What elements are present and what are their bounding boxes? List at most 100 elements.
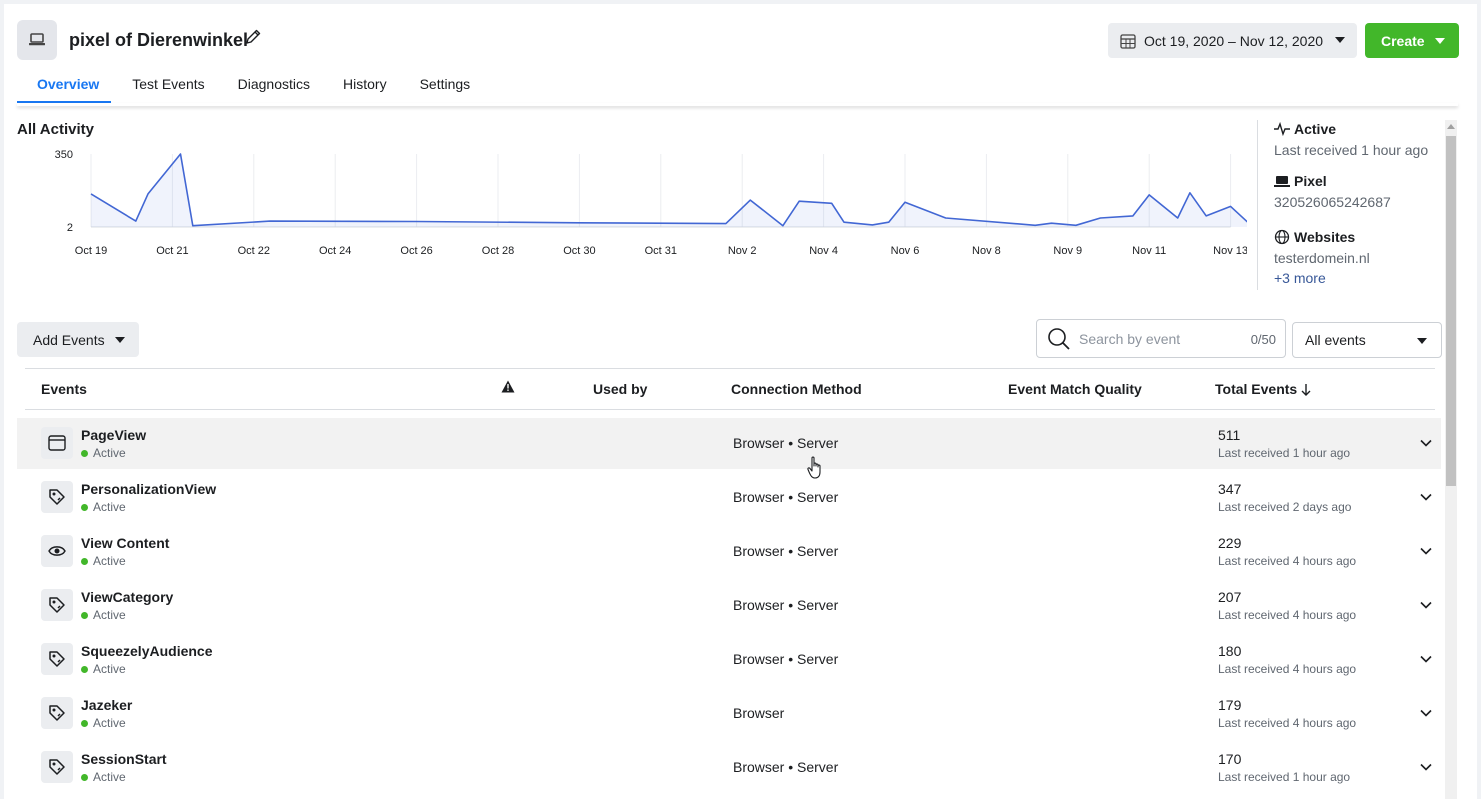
table-row[interactable]: ViewCategory Active Browser • Server 207 Las… <box>17 580 1441 631</box>
event-status: Active <box>81 608 126 622</box>
status-dot-icon <box>81 557 88 565</box>
chevron-down-icon[interactable] <box>1419 544 1433 558</box>
event-name[interactable]: ViewCategory <box>81 589 173 605</box>
connection-method: Browser • Server <box>733 597 839 613</box>
status-dot-icon <box>81 611 88 619</box>
chevron-down-icon[interactable] <box>1419 490 1433 504</box>
series-line <box>90 153 1247 227</box>
total-events: 207 <box>1218 589 1242 605</box>
activity-chart: 350 2Oct 19 Oct 21 Oct 22 Oct 24 Oct 26 Oct 28… <box>55 149 1247 257</box>
table-header: Events Used by Connection Method Event M… <box>25 368 1435 410</box>
page-title: pixel of Dierenwinkel <box>69 30 249 50</box>
event-name[interactable]: PageView <box>81 427 146 443</box>
event-status-label: Active <box>93 770 126 784</box>
search-box[interactable]: 0/50 <box>1036 319 1286 358</box>
event-filter-select[interactable]: All events <box>1292 322 1442 358</box>
header-events[interactable]: Events <box>41 381 87 397</box>
chevron-down-icon[interactable] <box>1419 598 1433 612</box>
website-url: testerdomein.nl <box>1274 250 1370 266</box>
status-section: Active Last received 1 hour ago <box>1274 121 1428 158</box>
header-connection-method[interactable]: Connection Method <box>731 381 862 397</box>
chevron-down-icon[interactable] <box>1419 436 1433 450</box>
page: pixel of Dierenwinkel Oct 19, 2020 – Nov… <box>4 4 1477 799</box>
pixel-section: Pixel 320526065242687 <box>1274 173 1391 210</box>
table-row[interactable]: View Content Active Browser • Server 229 Las… <box>17 526 1441 577</box>
table-row[interactable]: SqueezelyAudience Active Browser • Server 1… <box>17 634 1441 685</box>
pixel-label: Pixel <box>1294 173 1327 189</box>
event-status-label: Active <box>93 608 126 622</box>
x-tick-label: Oct 31 <box>645 245 677 257</box>
total-events: 170 <box>1218 751 1242 767</box>
x-tick-label: Nov 11 <box>1132 245 1166 257</box>
y-tick-label: 350 <box>55 149 73 161</box>
search-icon <box>1048 327 1070 350</box>
status-label: Active <box>1294 121 1337 137</box>
status-detail: Last received 1 hour ago <box>1274 142 1429 158</box>
tag-icon <box>41 643 73 675</box>
tab-test-events[interactable]: Test Events <box>132 64 204 104</box>
header-divider <box>17 103 1458 106</box>
scrollbar[interactable] <box>1445 120 1457 799</box>
x-tick-label: Nov 8 <box>972 245 1001 257</box>
pencil-icon[interactable] <box>244 28 262 46</box>
last-received: Last received 4 hours ago <box>1218 662 1357 676</box>
tab-overview[interactable]: Overview <box>16 64 112 104</box>
x-tick-label: Nov 6 <box>891 245 920 257</box>
tab-settings[interactable]: Settings <box>420 64 471 104</box>
tab-diagnostics[interactable]: Diagnostics <box>238 64 310 104</box>
search-count: 0/50 <box>1250 332 1276 347</box>
event-name[interactable]: SessionStart <box>81 751 167 767</box>
total-events: 511 <box>1218 427 1241 443</box>
table-row[interactable]: Jazeker Active Browser 179 Last received 4 h… <box>17 688 1441 739</box>
filter-label: All events <box>1305 332 1366 348</box>
event-name[interactable]: SqueezelyAudience <box>81 643 213 659</box>
chevron-down-icon[interactable] <box>1419 652 1433 666</box>
y-tick-label: 2 <box>67 222 73 234</box>
chart-title: All Activity <box>17 121 94 138</box>
add-events-button[interactable]: Add Events <box>17 322 139 357</box>
header-total-events[interactable]: Total Events <box>1215 381 1311 397</box>
header-used-by[interactable]: Used by <box>593 381 647 397</box>
date-range-picker[interactable]: Oct 19, 2020 – Nov 12, 2020 <box>1108 23 1357 58</box>
warning-icon <box>501 380 515 393</box>
chevron-down-icon[interactable] <box>1419 706 1433 720</box>
tag-icon <box>41 751 73 783</box>
event-status-label: Active <box>93 446 126 460</box>
chevron-down-icon[interactable] <box>1419 760 1433 774</box>
create-button[interactable]: Create <box>1365 23 1459 58</box>
table-row[interactable]: PageView Active Browser • Server 511 Last re… <box>17 418 1441 469</box>
caret-down-icon <box>1435 38 1445 44</box>
last-received: Last received 1 hour ago <box>1218 446 1351 460</box>
more-websites-link[interactable]: +3 more <box>1274 270 1370 286</box>
eye-icon <box>41 535 73 567</box>
header-event-match-quality[interactable]: Event Match Quality <box>1008 381 1142 397</box>
total-events: 229 <box>1218 535 1242 551</box>
tab-history[interactable]: History <box>343 64 387 104</box>
event-name[interactable]: Jazeker <box>81 697 132 713</box>
total-events-label: Total Events <box>1215 381 1298 397</box>
scrollbar-thumb[interactable] <box>1446 136 1456 486</box>
pixel-id: 320526065242687 <box>1274 194 1391 210</box>
total-events: 347 <box>1218 481 1242 497</box>
event-name[interactable]: View Content <box>81 535 169 551</box>
x-tick-label: Nov 13 <box>1213 245 1247 257</box>
last-received: Last received 2 days ago <box>1218 500 1352 514</box>
search-input[interactable] <box>1079 330 1229 347</box>
create-label: Create <box>1381 32 1425 49</box>
x-tick-label: Nov 2 <box>728 245 757 257</box>
browser-window-icon <box>41 427 73 459</box>
x-tick-label: Nov 4 <box>809 245 838 257</box>
table-row[interactable]: SessionStart Active Browser • Server 170 Las… <box>17 742 1441 793</box>
event-status: Active <box>81 770 126 784</box>
series-area <box>91 154 1247 227</box>
event-name[interactable]: PersonalizationView <box>81 481 216 497</box>
table-row[interactable]: PersonalizationView Active Browser • Serve… <box>17 472 1441 523</box>
scroll-up-icon[interactable] <box>1447 124 1455 129</box>
status-dot-icon <box>81 665 88 673</box>
tag-icon <box>41 697 73 729</box>
event-status: Active <box>81 716 126 730</box>
tag-icon <box>41 481 73 513</box>
connection-method: Browser • Server <box>733 759 839 775</box>
last-received: Last received 4 hours ago <box>1218 554 1357 568</box>
x-tick-label: Oct 30 <box>563 245 595 257</box>
